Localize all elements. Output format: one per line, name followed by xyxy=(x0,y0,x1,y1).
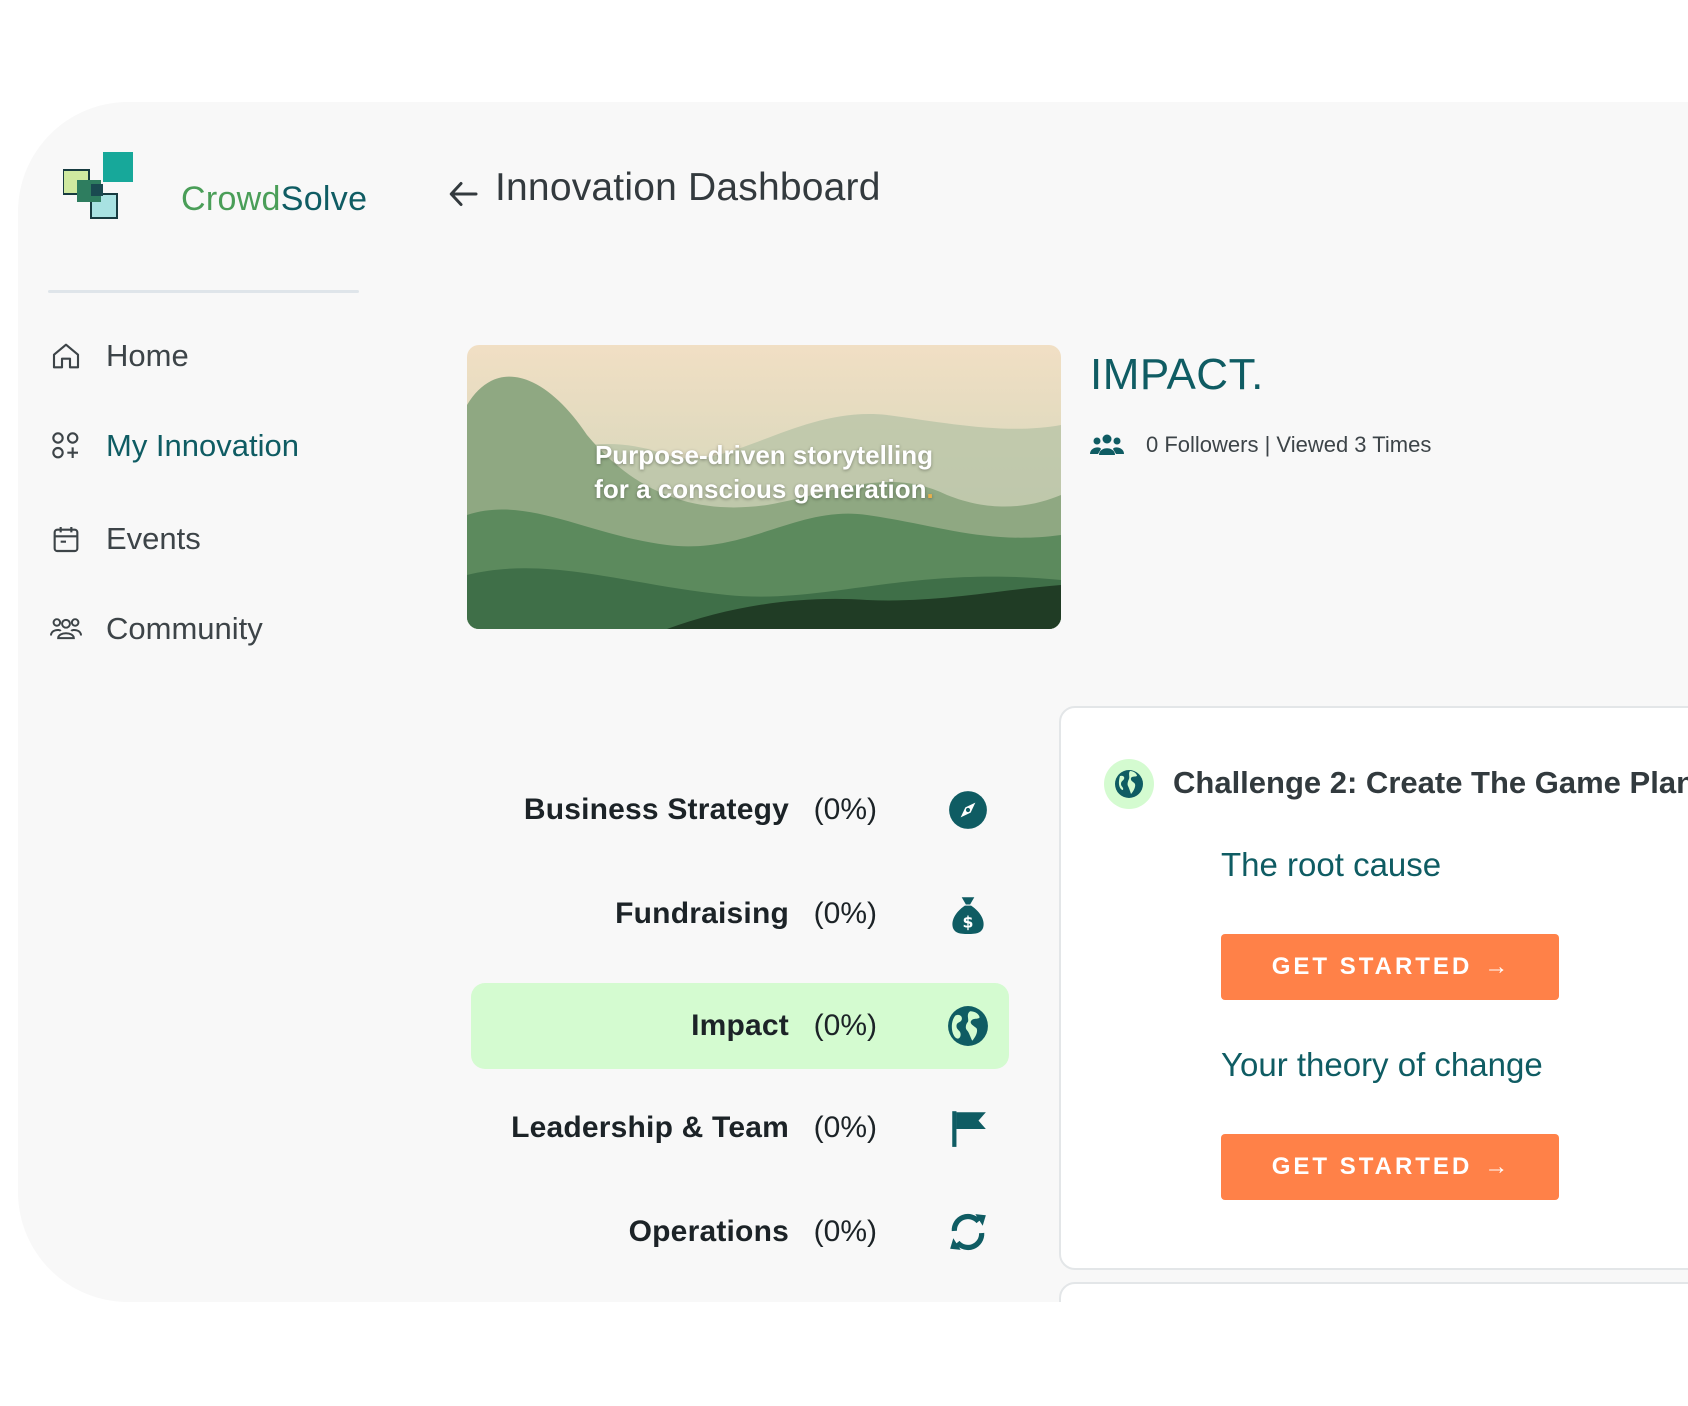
hero-caption: Purpose-driven storytelling for a consci… xyxy=(594,440,934,504)
sidebar-item-community[interactable]: Community xyxy=(48,601,263,657)
task-label: Your theory of change xyxy=(1221,1046,1543,1083)
svg-text:$: $ xyxy=(963,913,974,932)
home-icon xyxy=(48,338,84,374)
users-icon xyxy=(1090,434,1124,455)
sidebar-item-my-innovation[interactable]: My Innovation xyxy=(48,418,299,474)
brand-name: CrowdSolve xyxy=(181,180,368,218)
sidebar-item-home[interactable]: Home xyxy=(48,328,189,384)
innovation-stats: 0 Followers | Viewed 3 Times xyxy=(1090,428,1431,462)
crowdsolve-logo[interactable]: CrowdSolve xyxy=(62,152,367,228)
sidebar-item-label: Events xyxy=(106,521,201,556)
category-progress: (0%) xyxy=(813,897,877,930)
category-name: Fundraising xyxy=(615,897,789,930)
category-fundraising[interactable]: Fundraising (0%) $ xyxy=(471,871,1009,957)
category-operations[interactable]: Operations (0%) xyxy=(471,1189,1009,1275)
sidebar-item-label: Community xyxy=(106,611,263,646)
category-progress: (0%) xyxy=(813,1215,877,1248)
compass-icon xyxy=(949,791,987,829)
category-impact[interactable]: Impact (0%) xyxy=(471,983,1009,1069)
next-challenge-card xyxy=(1059,1282,1688,1302)
calendar-icon xyxy=(48,521,84,557)
money-bag-icon: $ xyxy=(952,897,984,934)
category-leadership-team[interactable]: Leadership & Team (0%) xyxy=(471,1085,1009,1171)
app-window: CrowdSolve Home My Innovation Events Com… xyxy=(18,102,1688,1302)
sync-icon xyxy=(950,1213,986,1251)
arrow-left-icon xyxy=(449,182,478,206)
category-business-strategy[interactable]: Business Strategy (0%) xyxy=(471,767,1009,853)
button-label: GET STARTED xyxy=(1271,953,1473,980)
category-progress: (0%) xyxy=(813,1111,877,1144)
challenge-title: Challenge 2: Create The Game Plan xyxy=(1173,765,1688,800)
arrow-right-icon: → xyxy=(1484,953,1509,980)
task-label: The root cause xyxy=(1221,846,1442,883)
sidebar-item-label: Home xyxy=(106,338,189,373)
category-name: Leadership & Team xyxy=(511,1111,789,1144)
users-icon xyxy=(48,611,84,647)
challenge-card: Challenge 2: Create The Game Plan The ro… xyxy=(1059,706,1688,1270)
sidebar-item-events[interactable]: Events xyxy=(48,511,201,567)
globe-icon xyxy=(948,1006,988,1046)
get-started-button[interactable]: GET STARTED → xyxy=(1221,1134,1559,1200)
stats-text: 0 Followers | Viewed 3 Times xyxy=(1146,432,1432,457)
innovation-cover-image: Purpose-driven storytelling for a consci… xyxy=(467,345,1061,629)
grid-plus-icon xyxy=(48,428,84,464)
page-title: Innovation Dashboard xyxy=(495,166,881,209)
category-progress: (0%) xyxy=(813,1009,877,1042)
category-progress: (0%) xyxy=(813,793,877,826)
button-label: GET STARTED xyxy=(1271,1153,1473,1180)
category-name: Impact xyxy=(691,1009,789,1042)
logo-mark-icon xyxy=(62,152,133,219)
arrow-right-icon: → xyxy=(1484,1153,1509,1180)
category-name: Operations xyxy=(628,1215,789,1248)
get-started-button[interactable]: GET STARTED → xyxy=(1221,934,1559,1000)
innovation-title: IMPACT. xyxy=(1090,350,1264,399)
back-button[interactable] xyxy=(446,176,482,212)
flag-icon xyxy=(952,1111,986,1147)
category-name: Business Strategy xyxy=(523,793,789,826)
globe-icon xyxy=(1104,759,1154,809)
sidebar-item-label: My Innovation xyxy=(106,428,299,463)
sidebar-divider xyxy=(48,290,359,293)
